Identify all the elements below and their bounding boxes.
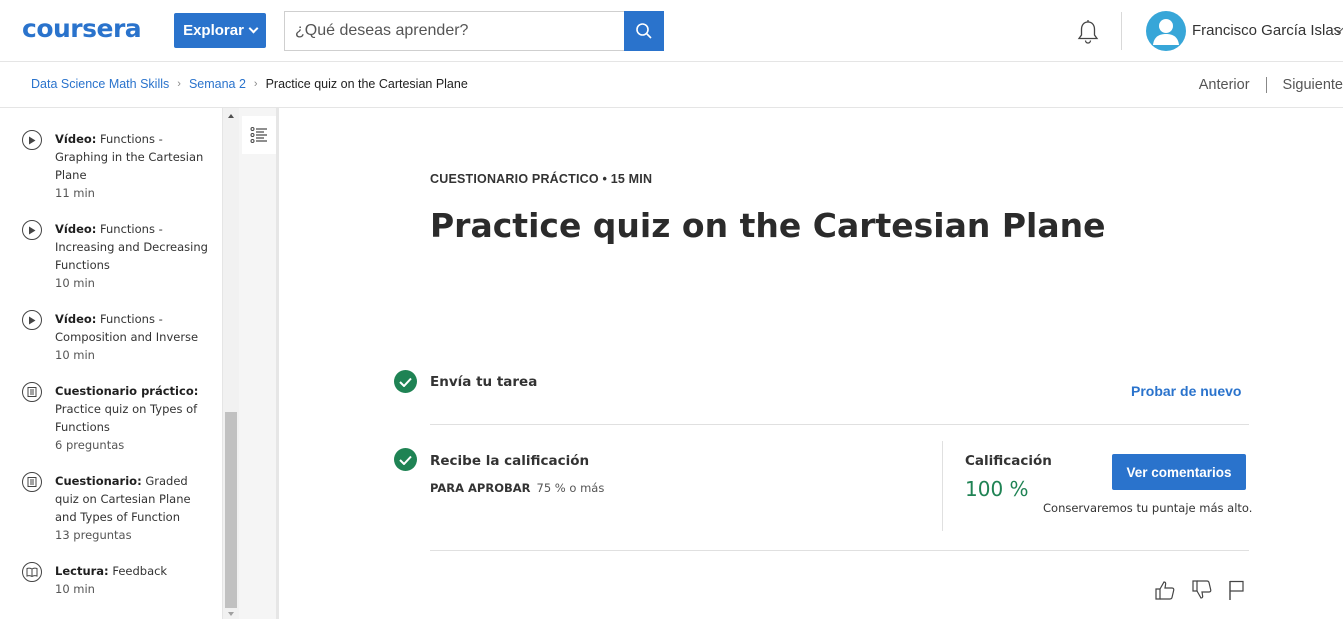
- play-icon: [22, 220, 42, 240]
- coursera-logo[interactable]: coursera: [22, 14, 142, 43]
- sidebar-item-label: Lectura: Feedback: [55, 564, 168, 578]
- header-divider: [1121, 12, 1122, 50]
- previous-link[interactable]: Anterior: [1199, 77, 1250, 93]
- scroll-down-arrow-icon[interactable]: [228, 612, 234, 616]
- flag-icon[interactable]: [1226, 578, 1250, 602]
- chevron-right-icon: ›: [177, 78, 181, 90]
- check-circle-icon: [394, 448, 417, 471]
- sidebar-item-meta: 11 min: [55, 186, 95, 200]
- explore-label: Explorar: [183, 22, 244, 39]
- quiz-icon: [22, 382, 42, 402]
- sidebar-item-label: Cuestionario práctico: Practice quiz on …: [55, 384, 199, 434]
- pass-label: PARA APROBAR: [430, 481, 531, 495]
- chevron-down-icon: [248, 23, 259, 34]
- sidebar-item-video-graphing[interactable]: Vídeo: Functions - Graphing in the Carte…: [22, 130, 212, 210]
- toggle-outline-button[interactable]: [242, 116, 276, 154]
- thumbs-up-icon[interactable]: [1153, 578, 1177, 602]
- breadcrumb-course-link[interactable]: Data Science Math Skills: [31, 77, 169, 91]
- notifications-bell-icon[interactable]: [1074, 18, 1102, 46]
- breadcrumb-current: Practice quiz on the Cartesian Plane: [265, 77, 468, 91]
- thumbs-down-icon[interactable]: [1190, 578, 1214, 602]
- pass-requirement: PARA APROBAR 75 % o más: [430, 481, 604, 495]
- scroll-up-arrow-icon[interactable]: [228, 114, 234, 118]
- next-link[interactable]: Siguiente: [1283, 77, 1343, 93]
- step-grade-label: Recibe la calificación: [430, 453, 590, 469]
- sidebar-item-meta: 6 preguntas: [55, 438, 125, 452]
- item-eyebrow: CUESTIONARIO PRÁCTICO • 15 MIN: [430, 172, 653, 186]
- pass-value: 75 % o más: [536, 481, 605, 495]
- step-submit-label: Envía tu tarea: [430, 374, 538, 390]
- sidebar-item-practice-quiz-types[interactable]: Cuestionario práctico: Practice quiz on …: [22, 382, 212, 462]
- play-icon: [22, 310, 42, 330]
- sidebar-item-meta: 13 preguntas: [55, 528, 132, 542]
- breadcrumb: Data Science Math Skills › Semana 2 › Pr…: [31, 77, 468, 91]
- sidebar-item-video-increasing[interactable]: Vídeo: Functions - Increasing and Decrea…: [22, 220, 212, 300]
- sidebar-rail: [239, 108, 279, 619]
- sidebar-item-label: Vídeo: Functions - Graphing in the Carte…: [55, 132, 204, 182]
- view-feedback-button[interactable]: Ver comentarios: [1112, 454, 1246, 490]
- divider: [430, 424, 1249, 425]
- search-icon: [636, 23, 652, 39]
- sidebar-item-label: Vídeo: Functions - Composition and Inver…: [55, 312, 199, 344]
- book-icon: [22, 562, 42, 582]
- sidebar-item-graded-quiz[interactable]: Cuestionario: Graded quiz on Cartesian P…: [22, 472, 212, 552]
- grade-divider: [942, 441, 943, 531]
- highest-score-note: Conservaremos tu puntaje más alto.: [1043, 501, 1253, 515]
- page-title: Practice quiz on the Cartesian Plane: [430, 206, 1106, 245]
- avatar[interactable]: [1146, 11, 1186, 51]
- play-icon: [22, 130, 42, 150]
- nav-divider: [1265, 77, 1267, 93]
- user-name[interactable]: Francisco García Islas: [1192, 22, 1341, 39]
- chevron-right-icon: ›: [253, 78, 258, 90]
- sidebar-item-reading-feedback[interactable]: Lectura: Feedback 10 min: [22, 562, 212, 606]
- sidebar-item-meta: 10 min: [55, 276, 95, 290]
- prev-next-nav: Anterior Siguiente: [1199, 77, 1343, 93]
- breadcrumb-week-link[interactable]: Semana 2: [189, 77, 246, 91]
- retry-link[interactable]: Probar de nuevo: [1131, 383, 1241, 399]
- quiz-icon: [22, 472, 42, 492]
- scrollbar-thumb[interactable]: [225, 412, 237, 608]
- sidebar-item-label: Cuestionario: Graded quiz on Cartesian P…: [55, 474, 191, 524]
- explore-button[interactable]: Explorar: [174, 13, 266, 48]
- grade-label: Calificación: [965, 453, 1052, 469]
- sidebar-item-label: Vídeo: Functions - Increasing and Decrea…: [55, 222, 208, 272]
- user-avatar-icon: [1153, 19, 1179, 45]
- search-button[interactable]: [624, 11, 664, 51]
- divider: [430, 550, 1249, 551]
- sidebar-scrollbar[interactable]: [222, 108, 239, 619]
- sidebar-item-meta: 10 min: [55, 582, 95, 596]
- list-icon: [250, 127, 267, 143]
- search-input[interactable]: [284, 11, 624, 51]
- grade-value: 100 %: [965, 477, 1029, 501]
- top-header: coursera Explorar Francisco García Islas: [0, 0, 1343, 62]
- breadcrumb-bar: Data Science Math Skills › Semana 2 › Pr…: [0, 63, 1343, 108]
- sidebar-item-video-composition[interactable]: Vídeo: Functions - Composition and Inver…: [22, 310, 212, 370]
- check-circle-icon: [394, 370, 417, 393]
- sidebar-item-meta: 10 min: [55, 348, 95, 362]
- course-sidebar: Vídeo: Functions - Graphing in the Carte…: [0, 108, 222, 619]
